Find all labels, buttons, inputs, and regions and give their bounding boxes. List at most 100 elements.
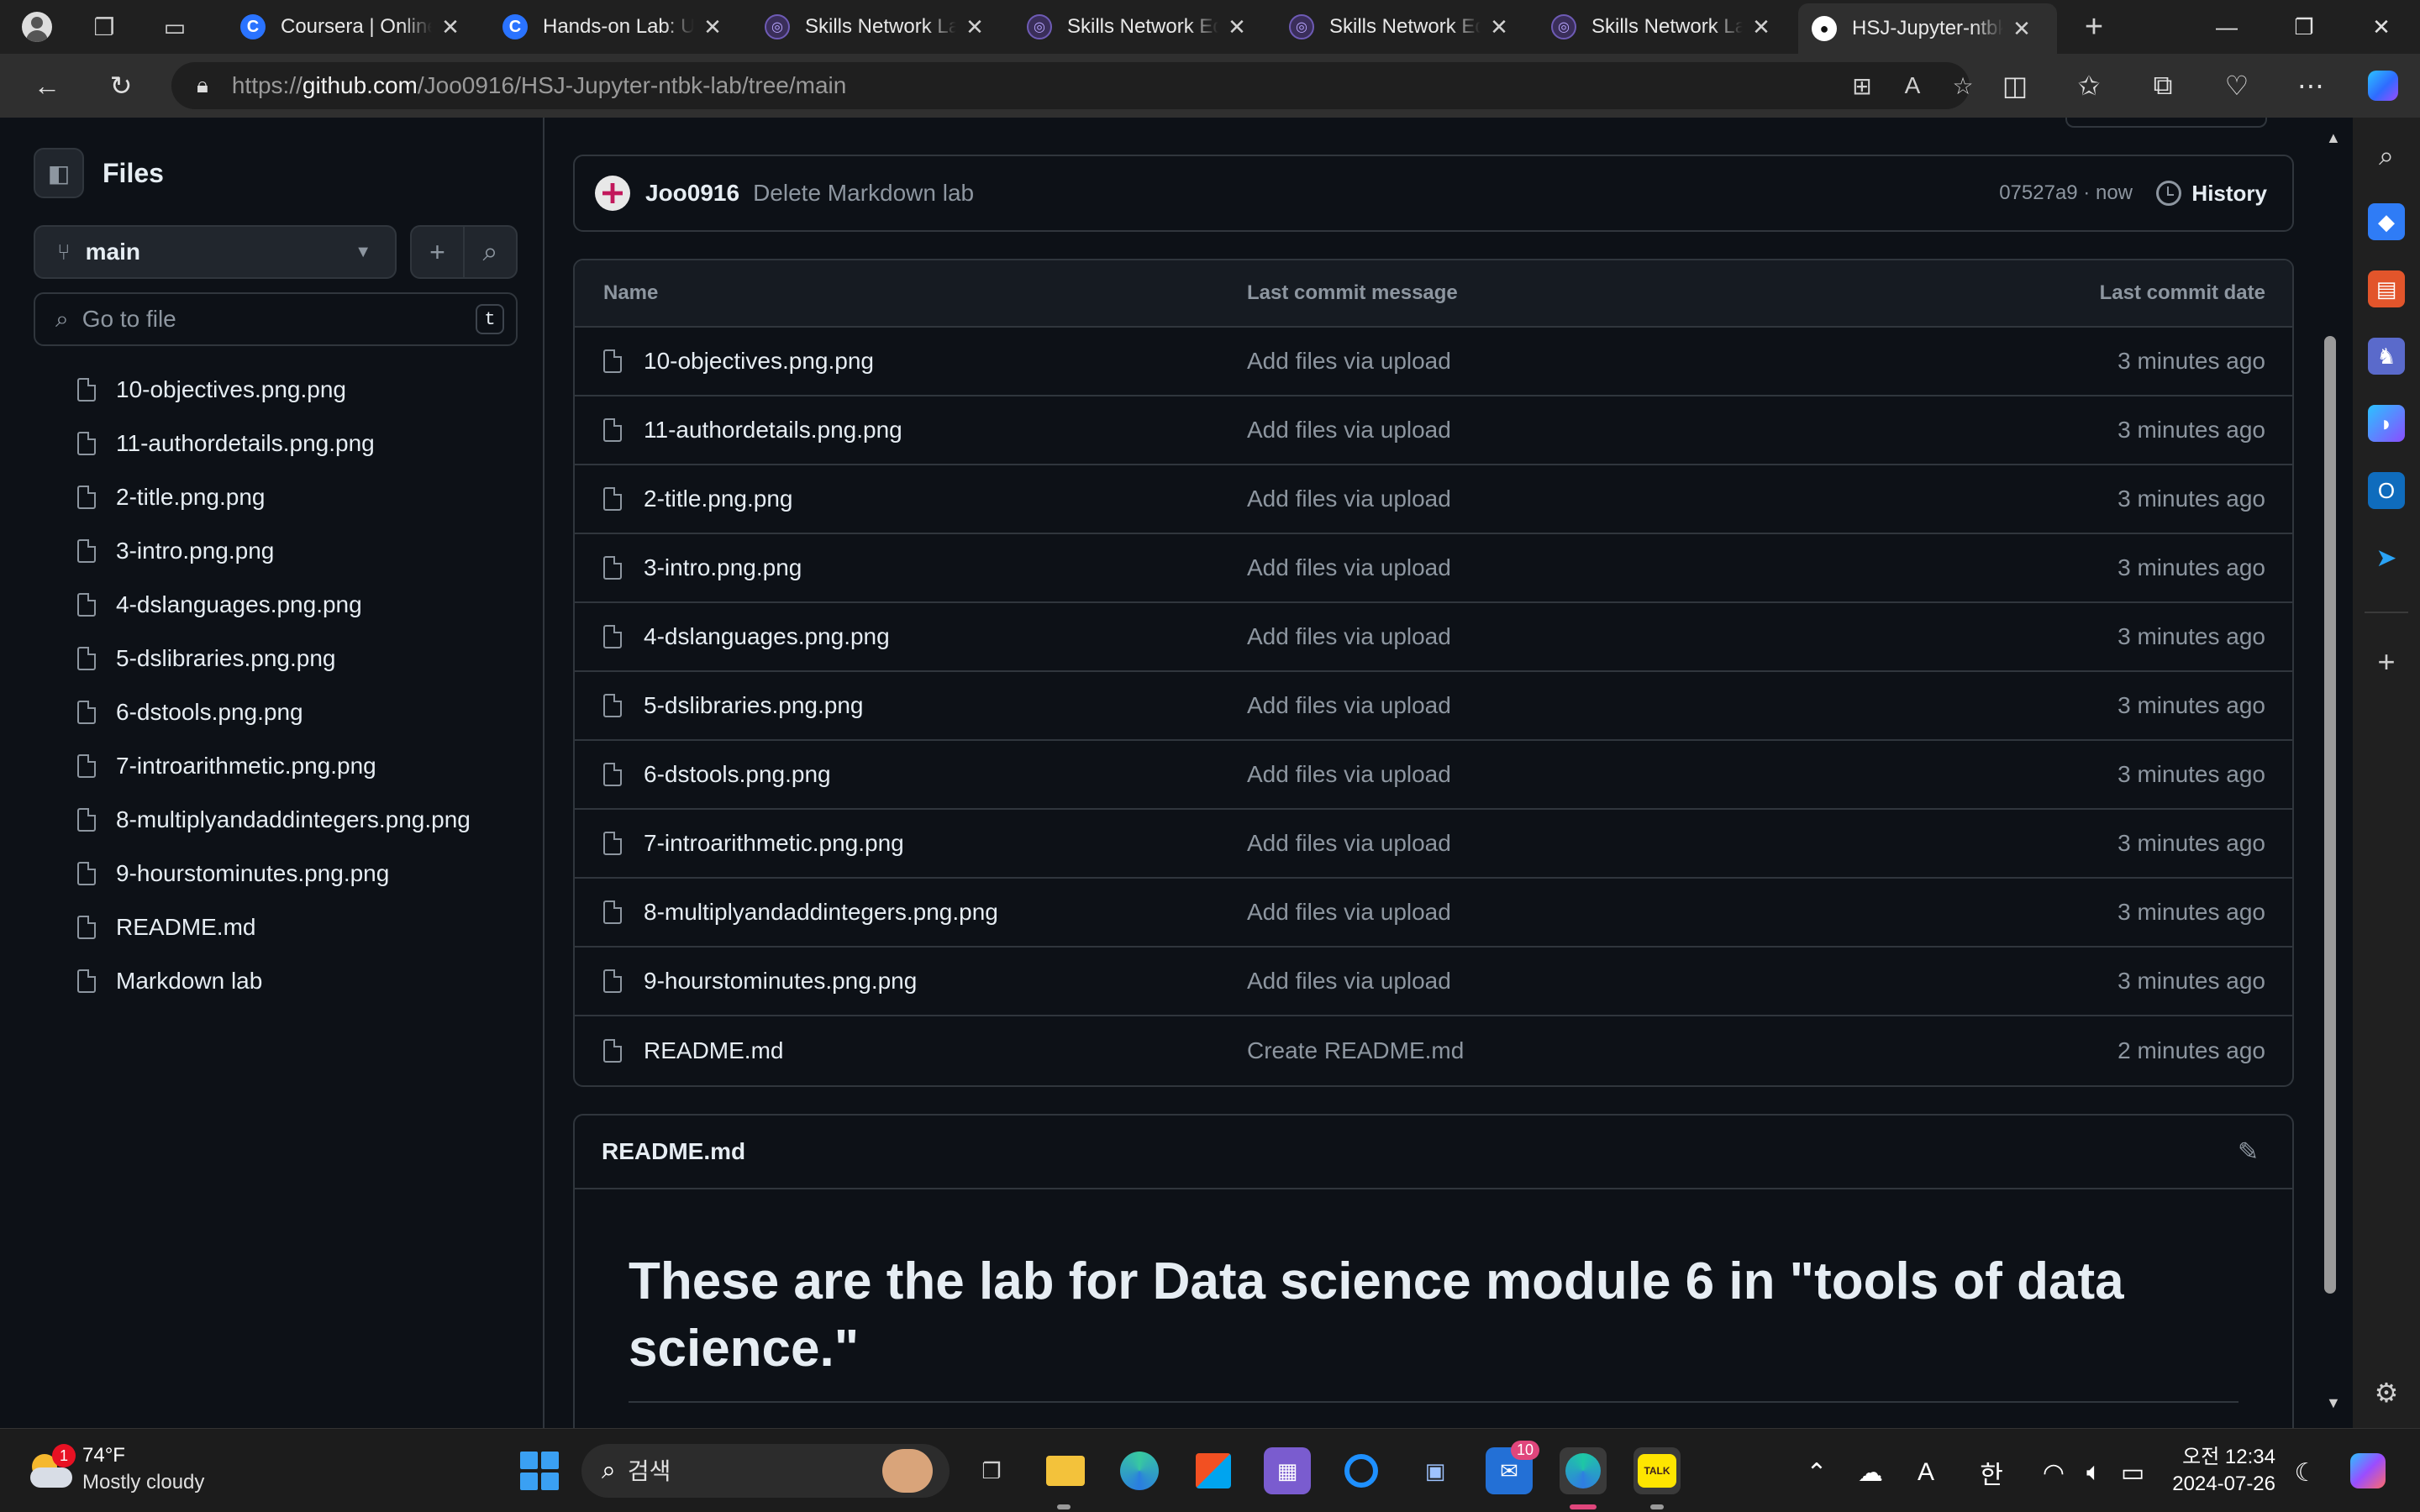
file-name-cell[interactable]: 7-introarithmetic.png.png [575,830,1247,857]
toolbox-icon[interactable]: ▤ [2368,270,2405,307]
file-name-cell[interactable]: 11-authordetails.png.png [575,417,1247,444]
tree-item[interactable]: Markdown lab [0,954,544,1008]
close-icon[interactable]: ✕ [1751,14,1771,40]
favorite-star-icon[interactable]: ☆ [1944,69,1981,102]
search-icon[interactable]: ⌕ [2368,138,2405,175]
tree-item[interactable]: 2-title.png.png [0,470,544,524]
commit-message-link[interactable]: Add files via upload [1247,348,1919,375]
split-screen-icon[interactable]: ◫ [1993,66,2037,106]
commit-message-link[interactable]: Add files via upload [1247,417,1919,444]
app-icon[interactable]: ▦ [1264,1447,1311,1494]
file-explorer-icon[interactable] [1042,1447,1089,1494]
file-name-link[interactable]: 6-dstools.png.png [644,761,831,788]
shopping-tag-icon[interactable]: ◆ [2368,203,2405,240]
file-name-link[interactable]: 8-multiplyandaddintegers.png.png [644,899,998,926]
ime-mode-icon[interactable]: A [1907,1454,1944,1491]
readme-title[interactable]: README.md [602,1138,745,1165]
commit-author[interactable]: Joo0916 [645,180,739,207]
tab-github-active[interactable]: ● HSJ-Jupyter-ntbk ✕ [1798,3,2057,54]
file-name-link[interactable]: 3-intro.png.png [644,554,802,581]
commit-message[interactable]: Delete Markdown lab [753,180,974,207]
favorites-icon[interactable]: ✩ [2067,66,2111,106]
tab-skills-network-4[interactable]: ◎ Skills Network La ✕ [1538,7,1790,47]
file-name-link[interactable]: 9-hourstominutes.png.png [644,968,917,995]
settings-gear-icon[interactable]: ⚙ [2368,1374,2405,1411]
file-name-cell[interactable]: 3-intro.png.png [575,554,1247,581]
back-icon[interactable]: ← [25,66,69,106]
add-icon[interactable]: + [2368,643,2405,680]
commit-message-link[interactable]: Add files via upload [1247,486,1919,512]
tab-coursera[interactable]: C Coursera | Online ✕ [227,7,479,47]
task-view-icon[interactable]: ❐ [968,1447,1015,1494]
scroll-down-icon[interactable]: ▼ [2326,1394,2341,1412]
commit-hash-time[interactable]: 07527a9 · now [1999,181,2133,205]
refresh-icon[interactable]: ↻ [99,66,143,106]
chevron-up-icon[interactable]: ⌃ [1798,1454,1835,1491]
kakaotalk-icon[interactable]: TALK [1634,1447,1681,1494]
tab-hands-on-lab[interactable]: C Hands-on Lab: Us ✕ [489,7,741,47]
tab-skills-network-2[interactable]: ◎ Skills Network Ed ✕ [1013,7,1265,47]
new-tab-icon[interactable]: + [2074,7,2114,47]
minimize-icon[interactable]: — [2188,0,2265,54]
notification-bell-icon[interactable]: ☾ [2287,1454,2324,1491]
history-button[interactable]: History [2156,181,2267,207]
commit-message-link[interactable]: Add files via upload [1247,899,1919,926]
system-clock[interactable]: 오전 12:34 2024-07-26 [2168,1444,2275,1498]
file-name-link[interactable]: 2-title.png.png [644,486,792,512]
close-icon[interactable]: ✕ [1489,14,1509,40]
tree-item[interactable]: 4-dslanguages.png.png [0,578,544,632]
file-name-link[interactable]: 4-dslanguages.png.png [644,623,890,650]
app-available-icon[interactable]: ⊞ [1844,69,1881,102]
restore-icon[interactable]: ❐ [2265,0,2343,54]
commit-message-link[interactable]: Add files via upload [1247,761,1919,788]
file-name-cell[interactable]: 10-objectives.png.png [575,348,1247,375]
tab-skills-network-3[interactable]: ◎ Skills Network Ed ✕ [1276,7,1528,47]
tree-item[interactable]: 11-authordetails.png.png [0,417,544,470]
commit-message-link[interactable]: Add files via upload [1247,623,1919,650]
lock-icon[interactable]: 🔒︎ [197,72,208,99]
file-name-cell[interactable]: 9-hourstominutes.png.png [575,968,1247,995]
file-name-cell[interactable]: 2-title.png.png [575,486,1247,512]
commit-message-link[interactable]: Add files via upload [1247,692,1919,719]
onedrive-icon[interactable]: ☁ [1852,1454,1889,1491]
file-name-link[interactable]: 7-introarithmetic.png.png [644,830,904,857]
browser-essentials-icon[interactable]: ♡ [2215,66,2259,106]
workspaces-icon[interactable]: ❐ [84,7,124,47]
volume-icon[interactable]: 🔈︎ [2075,1454,2112,1491]
commit-message-link[interactable]: Add files via upload [1247,554,1919,581]
tree-item[interactable]: README.md [0,900,544,954]
edge-icon[interactable] [1116,1447,1163,1494]
file-name-cell[interactable]: README.md [575,1037,1247,1064]
tree-item[interactable]: 3-intro.png.png [0,524,544,578]
security-icon[interactable]: ▣ [1412,1447,1459,1494]
outlook-icon[interactable]: O [2368,472,2405,509]
copilot-sidebar-icon[interactable]: ◗ [2368,405,2405,442]
tree-item[interactable]: 7-introarithmetic.png.png [0,739,544,793]
read-aloud-icon[interactable]: A [1894,69,1931,102]
branch-selector[interactable]: ⑂ main ▼ [34,225,397,279]
commit-message-link[interactable]: Add files via upload [1247,968,1919,995]
start-windows-icon[interactable] [516,1447,563,1494]
file-name-cell[interactable]: 4-dslanguages.png.png [575,623,1247,650]
tree-item[interactable]: 8-multiplyandaddintegers.png.png [0,793,544,847]
collapse-sidebar-icon[interactable]: ◧ [34,148,84,198]
file-name-cell[interactable]: 5-dslibraries.png.png [575,692,1247,719]
avatar[interactable] [595,176,630,211]
file-name-cell[interactable]: 6-dstools.png.png [575,761,1247,788]
copilot-taskbar-icon[interactable] [2344,1447,2391,1494]
address-bar[interactable]: 🔒︎ https://github.com/Joo0916/HSJ-Jupyte… [171,62,1974,109]
tree-item[interactable]: 9-hourstominutes.png.png [0,847,544,900]
collections-icon[interactable]: ⧉ [2141,66,2185,106]
close-icon[interactable]: ✕ [440,14,460,40]
mail-icon[interactable]: ✉ 10 [1486,1441,1540,1494]
pencil-edit-icon[interactable]: ✎ [2238,1137,2259,1167]
go-to-file-input[interactable]: ⌕ t [34,292,518,346]
tree-item[interactable]: 5-dslibraries.png.png [0,632,544,685]
edge-dev-icon[interactable] [1560,1447,1607,1494]
games-icon[interactable]: ♞ [2368,338,2405,375]
more-menu-icon[interactable]: ⋯ [2289,66,2333,106]
window-close-icon[interactable]: ✕ [2343,0,2420,54]
taskbar-search[interactable]: ⌕ [581,1444,950,1498]
close-icon[interactable]: ✕ [2012,16,2032,42]
copilot-icon[interactable] [2361,66,2405,106]
